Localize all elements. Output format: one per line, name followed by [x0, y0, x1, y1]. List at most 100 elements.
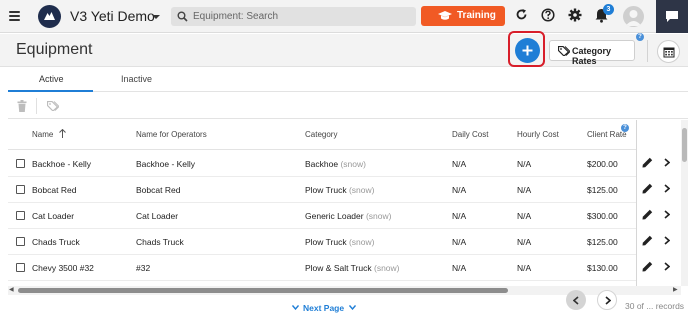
tags-icon[interactable] — [47, 101, 59, 111]
sort-up-icon[interactable] — [59, 129, 66, 138]
bulk-actions-toolbar — [8, 93, 688, 119]
cell-client-rate: $130.00 — [587, 263, 618, 273]
scroll-left-arrow-icon[interactable]: ◀ — [9, 286, 14, 293]
row-checkbox[interactable] — [16, 263, 25, 272]
records-count: 30 of ... records — [625, 301, 685, 311]
cell-hourly-cost: N/A — [517, 237, 532, 247]
scroll-right-arrow-icon[interactable]: ▶ — [673, 286, 678, 293]
page-title: Equipment — [16, 41, 93, 58]
next-page-button[interactable] — [597, 290, 617, 310]
column-header-client-rate[interactable]: Client Rate — [587, 130, 627, 139]
refresh-icon[interactable] — [515, 8, 528, 21]
pencil-icon[interactable] — [642, 261, 653, 272]
training-label: Training — [457, 10, 496, 21]
equipment-search-box[interactable] — [171, 7, 416, 26]
cell-client-rate: $125.00 — [587, 185, 618, 195]
category-rates-button[interactable]: Category Rates — [549, 40, 635, 66]
chevron-right-icon[interactable] — [664, 210, 670, 219]
column-header-name[interactable]: Name — [32, 130, 53, 139]
cell-category: Generic Loader (snow) — [305, 211, 392, 221]
app-name[interactable]: V3 Yeti Demo — [70, 8, 155, 24]
pencil-icon[interactable] — [642, 157, 653, 168]
cell-client-rate: $200.00 — [587, 159, 618, 169]
cell-daily-cost: N/A — [452, 185, 467, 195]
vertical-scrollbar-thumb[interactable] — [682, 128, 687, 162]
chevron-right-icon[interactable] — [664, 236, 670, 245]
toolbar-separator — [36, 98, 37, 114]
horizontal-scrollbar-thumb[interactable] — [18, 288, 508, 293]
cell-hourly-cost: N/A — [517, 185, 532, 195]
cell-name: Chads Truck — [32, 237, 80, 247]
pencil-icon[interactable] — [642, 183, 653, 194]
cell-daily-cost: N/A — [452, 211, 467, 221]
pencil-icon[interactable] — [642, 209, 653, 220]
cell-operator-name: Chads Truck — [136, 237, 184, 247]
table-row[interactable]: Bobcat Red Bobcat Red Plow Truck (snow) … — [8, 177, 680, 203]
cell-operator-name: Cat Loader — [136, 211, 179, 221]
client-rate-help-icon[interactable]: ? — [621, 124, 629, 132]
column-header-hourly-cost[interactable]: Hourly Cost — [517, 130, 559, 139]
cell-hourly-cost: N/A — [517, 159, 532, 169]
chat-panel-toggle[interactable] — [656, 0, 688, 33]
trash-icon[interactable] — [17, 100, 27, 112]
chevron-down-icon — [349, 305, 356, 310]
cell-category: Plow & Salt Truck (snow) — [305, 263, 400, 273]
user-avatar[interactable] — [623, 6, 644, 27]
next-page-label: Next Page — [303, 303, 345, 313]
cell-operator-name: Backhoe - Kelly — [136, 159, 196, 169]
cell-daily-cost: N/A — [452, 159, 467, 169]
cell-category: Plow Truck (snow) — [305, 185, 375, 195]
notification-count-badge: 3 — [603, 4, 614, 15]
search-input[interactable] — [193, 7, 408, 26]
calendar-view-button[interactable] — [657, 40, 680, 63]
cell-category: Backhoe (snow) — [305, 159, 366, 169]
chevron-right-icon[interactable] — [664, 262, 670, 271]
cell-hourly-cost: N/A — [517, 211, 532, 221]
help-icon[interactable] — [541, 8, 555, 22]
category-rates-label: Category Rates — [572, 46, 612, 66]
yeti-logo-icon[interactable] — [38, 5, 61, 28]
training-button[interactable]: Training — [421, 6, 505, 26]
table-header: Name Name for Operators Category Daily C… — [8, 120, 680, 150]
row-checkbox[interactable] — [16, 185, 25, 194]
category-rates-help-icon[interactable]: ? — [636, 33, 644, 41]
gear-icon[interactable] — [568, 8, 582, 22]
chevron-right-icon — [605, 296, 611, 305]
cell-operator-name: #32 — [136, 263, 151, 273]
tab-active[interactable]: Active — [39, 74, 64, 84]
column-header-category[interactable]: Category — [305, 130, 337, 139]
pencil-icon[interactable] — [642, 235, 653, 246]
calendar-icon — [663, 47, 675, 58]
header-divider — [647, 40, 648, 62]
table-row[interactable]: Chevy 3500 #32 #32 Plow & Salt Truck (sn… — [8, 255, 680, 281]
cell-hourly-cost: N/A — [517, 263, 532, 273]
chevron-down-icon — [292, 305, 299, 310]
table-row[interactable]: Cat Loader Cat Loader Generic Loader (sn… — [8, 203, 680, 229]
cell-daily-cost: N/A — [452, 237, 467, 247]
active-tab-indicator — [8, 90, 93, 92]
row-checkbox[interactable] — [16, 237, 25, 246]
cell-name: Chevy 3500 #32 — [32, 263, 94, 273]
cell-name: Backhoe - Kelly — [32, 159, 92, 169]
cell-daily-cost: N/A — [452, 263, 467, 273]
cell-client-rate: $300.00 — [587, 211, 618, 221]
app-switcher-caret-icon[interactable] — [152, 15, 160, 19]
cell-name: Cat Loader — [32, 211, 75, 221]
cell-operator-name: Bobcat Red — [136, 185, 181, 195]
chevron-right-icon[interactable] — [664, 158, 670, 167]
add-equipment-button[interactable] — [515, 38, 540, 63]
table-row[interactable]: Chads Truck Chads Truck Plow Truck (snow… — [8, 229, 680, 255]
tab-inactive[interactable]: Inactive — [121, 74, 152, 84]
column-header-daily-cost[interactable]: Daily Cost — [452, 130, 488, 139]
graduation-cap-icon — [438, 11, 452, 20]
hamburger-menu-icon[interactable] — [9, 11, 20, 21]
table-row[interactable]: Backhoe - Kelly Backhoe - Kelly Backhoe … — [8, 151, 680, 177]
row-checkbox[interactable] — [16, 159, 25, 168]
column-header-operator-name[interactable]: Name for Operators — [136, 130, 207, 139]
chat-icon — [666, 11, 678, 22]
row-checkbox[interactable] — [16, 211, 25, 220]
status-tabs: Active Inactive — [8, 68, 688, 92]
cell-name: Bobcat Red — [32, 185, 77, 195]
previous-page-button[interactable] — [566, 290, 586, 310]
chevron-right-icon[interactable] — [664, 184, 670, 193]
